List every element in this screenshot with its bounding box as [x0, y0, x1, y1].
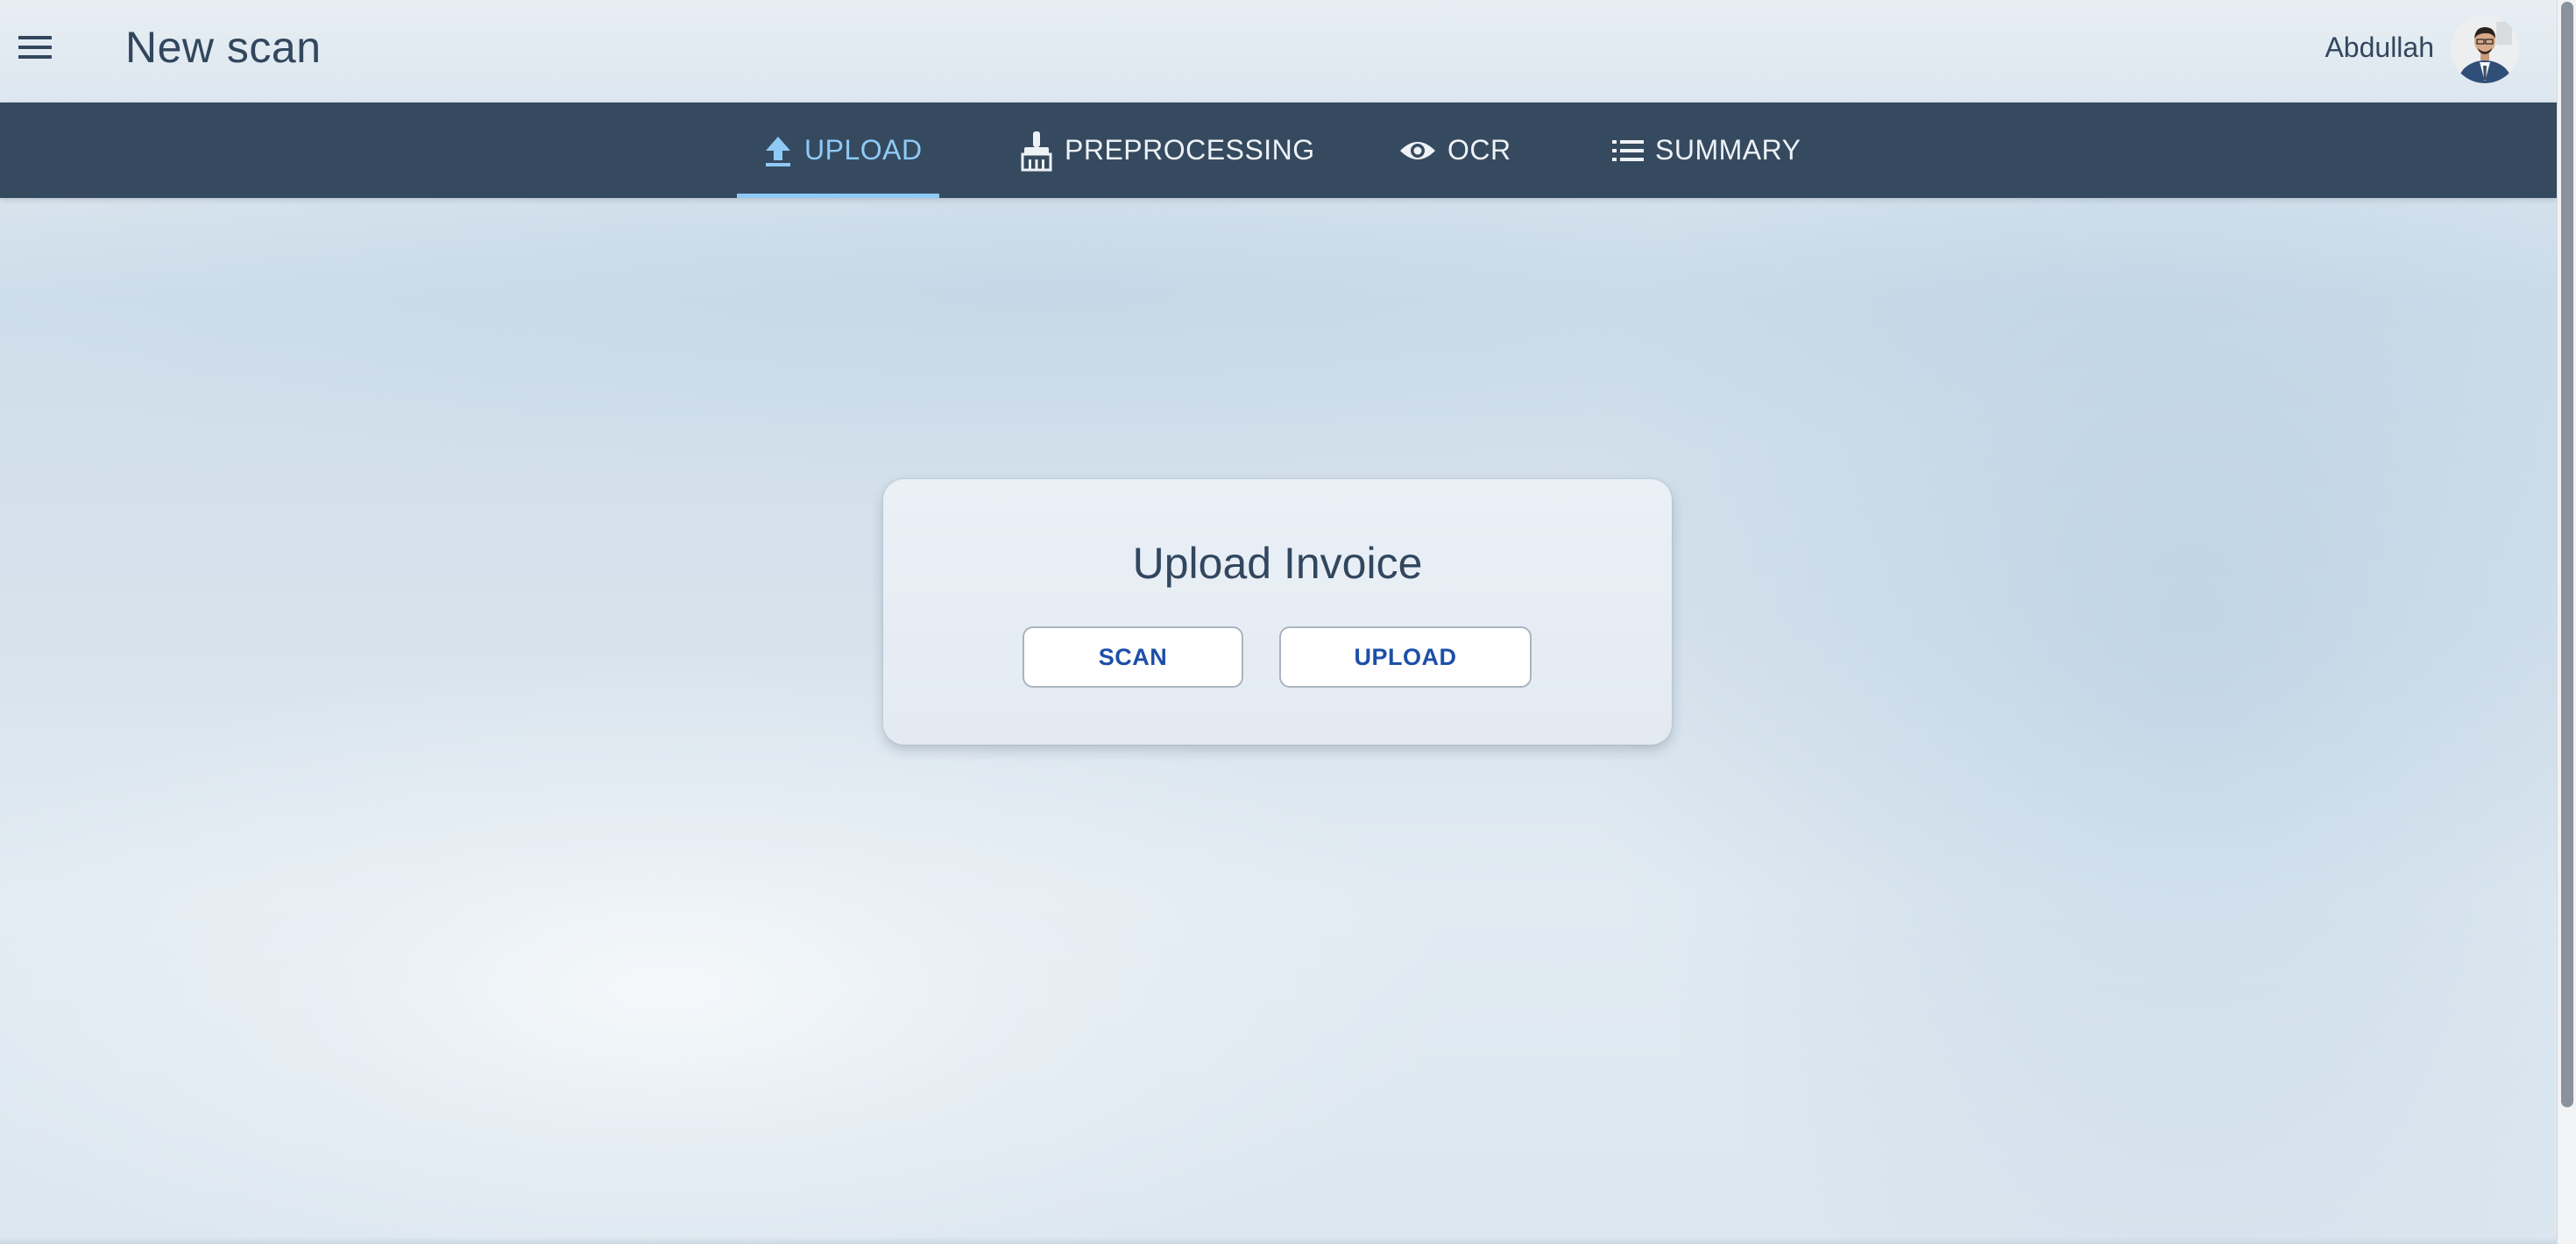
step-tab-bar: UPLOAD PREPROCESSING OCR SUMMARY — [0, 102, 2557, 198]
upload-button[interactable]: UPLOAD — [1279, 626, 1532, 688]
page-bottom-edge — [0, 1237, 2557, 1244]
active-tab-indicator — [737, 194, 939, 198]
app-header: New scan Abdullah — [0, 0, 2557, 102]
upload-icon — [762, 133, 794, 168]
user-name[interactable]: Abdullah — [2325, 28, 2434, 67]
vertical-scrollbar[interactable] — [2557, 0, 2576, 1244]
user-avatar[interactable] — [2451, 15, 2519, 83]
app-page: New scan Abdullah UPLOAD PREPROCESSING O… — [0, 0, 2557, 1244]
tab-preprocessing[interactable]: PREPROCESSING — [1019, 102, 1315, 198]
broom-icon — [1019, 130, 1054, 172]
card-title: Upload Invoice — [1132, 539, 1423, 588]
page-title: New scan — [125, 23, 322, 72]
tab-ocr[interactable]: OCR — [1398, 102, 1511, 198]
tab-label: UPLOAD — [804, 134, 923, 166]
list-icon — [1611, 138, 1645, 164]
scrollbar-thumb[interactable] — [2561, 2, 2573, 1107]
upload-invoice-card: Upload Invoice SCAN UPLOAD — [883, 479, 1672, 745]
tab-label: SUMMARY — [1655, 134, 1801, 166]
tab-summary[interactable]: SUMMARY — [1611, 102, 1801, 198]
tab-upload[interactable]: UPLOAD — [762, 102, 923, 198]
hamburger-menu-icon[interactable] — [12, 25, 58, 70]
tab-label: OCR — [1447, 134, 1511, 166]
scan-button[interactable]: SCAN — [1023, 626, 1243, 688]
tab-label: PREPROCESSING — [1065, 134, 1315, 166]
eye-icon — [1398, 138, 1437, 164]
